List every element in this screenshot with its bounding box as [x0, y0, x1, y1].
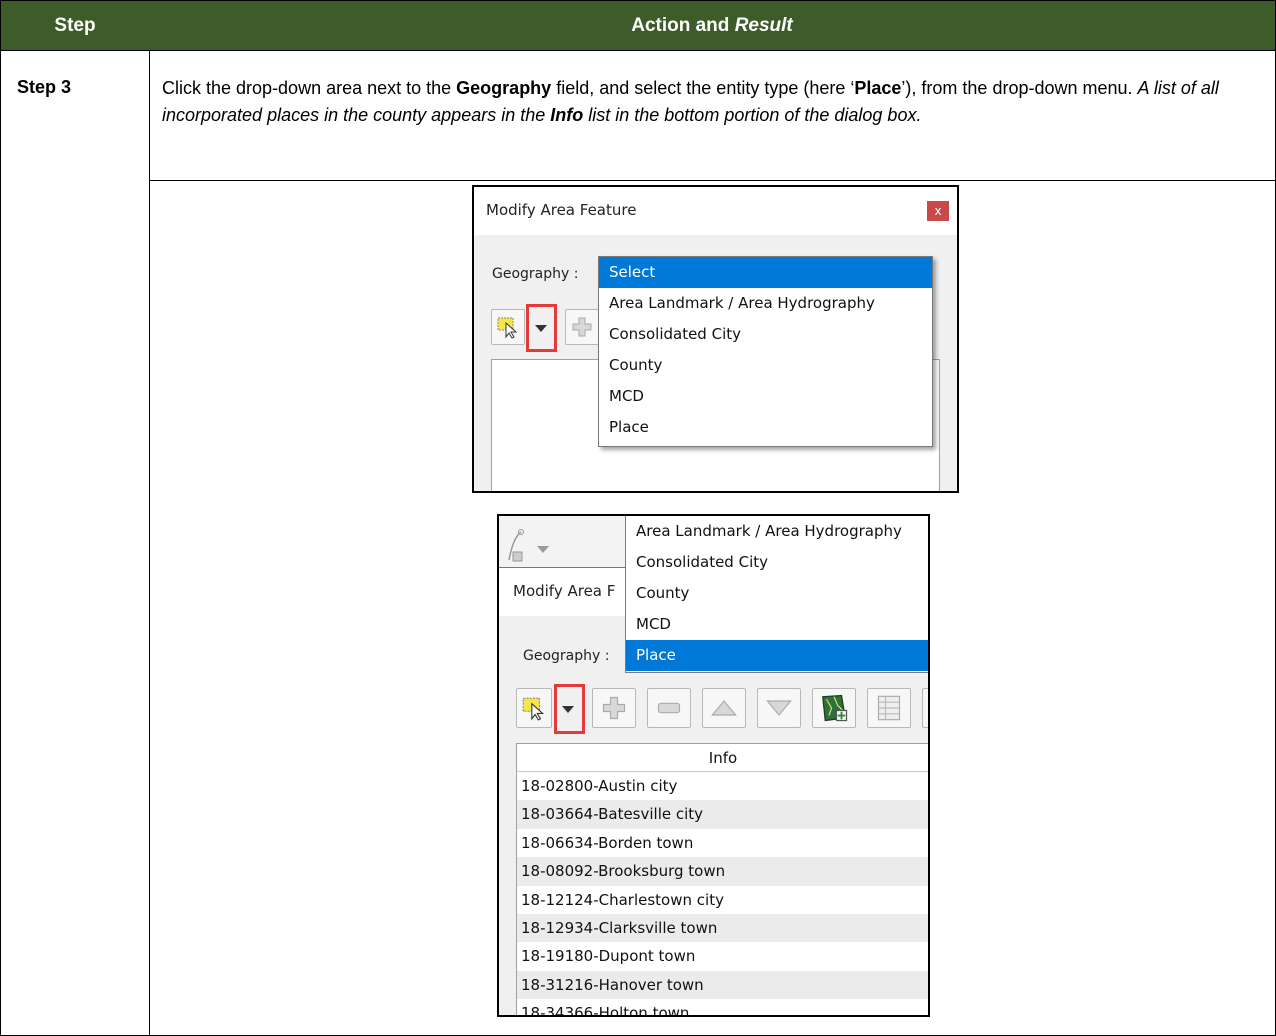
- add-button[interactable]: [592, 688, 636, 728]
- close-button[interactable]: x: [927, 201, 949, 221]
- header-step: Step: [54, 14, 96, 36]
- dropdown-option[interactable]: Consolidated City: [626, 547, 928, 578]
- geography-dropdown[interactable]: Select Area Landmark / Area Hydrography …: [598, 256, 933, 447]
- triangle-up-icon: [711, 700, 737, 716]
- triangle-down-icon: [766, 700, 792, 716]
- info-column-header[interactable]: Info: [517, 744, 928, 772]
- more-button[interactable]: [922, 688, 928, 728]
- add-button[interactable]: [565, 309, 599, 345]
- highlight-box: [526, 304, 557, 352]
- geography-label: Geography :: [492, 266, 579, 282]
- minus-icon: [657, 702, 681, 714]
- table-row[interactable]: 18-12934-Clarksville town: [517, 913, 928, 943]
- table-row[interactable]: 18-03664-Batesville city: [517, 800, 928, 829]
- table-header: Step Action and Result: [1, 1, 1275, 50]
- instr-part: ’), from the drop-down menu.: [901, 78, 1138, 98]
- select-tool-button[interactable]: [491, 309, 525, 345]
- header-action-text: Action and: [631, 14, 735, 36]
- dropdown-option[interactable]: MCD: [626, 609, 928, 640]
- instr-geography: Geography: [456, 78, 552, 98]
- dropdown-option[interactable]: Area Landmark / Area Hydrography: [626, 516, 928, 547]
- dropdown-option[interactable]: Place: [626, 640, 928, 671]
- instruction-text: Click the drop-down area next to the Geo…: [162, 75, 1262, 129]
- plus-icon: [572, 317, 592, 337]
- dialog-title: Modify Area F: [513, 582, 616, 600]
- table-row[interactable]: 18-34366-Holton town: [517, 999, 928, 1015]
- select-tool-button[interactable]: [516, 688, 552, 728]
- geography-dropdown[interactable]: Area Landmark / Area Hydrography Consoli…: [625, 516, 928, 673]
- instruction-table: Step Action and Result Step 3 Click the …: [0, 0, 1276, 1036]
- dropdown-option[interactable]: Select: [599, 257, 932, 288]
- table-row[interactable]: 18-12124-Charlestown city: [517, 886, 928, 914]
- instr-italic: list in the bottom portion of the dialog…: [583, 105, 922, 125]
- table-row[interactable]: 18-19180-Dupont town: [517, 942, 928, 970]
- table-row[interactable]: 18-06634-Borden town: [517, 829, 928, 857]
- instr-place: Place: [854, 78, 902, 98]
- plus-icon: [602, 696, 626, 720]
- info-table[interactable]: Info 18-02800-Austin city 18-03664-Bates…: [516, 743, 928, 1015]
- table-row[interactable]: 18-02800-Austin city: [517, 772, 928, 800]
- table-button[interactable]: [867, 688, 911, 728]
- dropdown-option[interactable]: County: [599, 350, 932, 381]
- table-row[interactable]: 18-08092-Brooksburg town: [517, 857, 928, 886]
- map-icon: [822, 694, 848, 722]
- divider: [149, 180, 1275, 181]
- step-number: Step 3: [17, 77, 72, 97]
- instr-part: Click the drop-down area next to the: [162, 78, 457, 98]
- divider: [1, 50, 1275, 51]
- instr-info: Info: [550, 105, 584, 125]
- header-action: Action and Result: [149, 1, 1275, 50]
- screenshot-dialog-place: Modify Area F Geography : Info 18-02800-…: [497, 514, 930, 1017]
- move-down-button[interactable]: [757, 688, 801, 728]
- divider: [149, 50, 150, 1036]
- table-row[interactable]: 18-31216-Hanover town: [517, 970, 928, 1000]
- select-area-icon: [522, 697, 545, 721]
- edit-vertex-icon: [508, 529, 549, 562]
- screenshot-dialog-select: Modify Area Feature x Geography : Select…: [472, 185, 959, 493]
- header-result-text: Result: [734, 14, 793, 36]
- map-zoom-button[interactable]: [812, 688, 856, 728]
- highlight-box: [554, 684, 585, 734]
- remove-button[interactable]: [647, 688, 691, 728]
- dropdown-option[interactable]: Consolidated City: [599, 319, 932, 350]
- dropdown-option[interactable]: MCD: [599, 381, 932, 412]
- dropdown-option[interactable]: Area Landmark / Area Hydrography: [599, 288, 932, 319]
- dropdown-option[interactable]: County: [626, 578, 928, 609]
- move-up-button[interactable]: [702, 688, 746, 728]
- table-edit-icon: [877, 695, 901, 721]
- dialog-title: Modify Area Feature: [486, 201, 637, 219]
- dropdown-option[interactable]: Place: [599, 412, 932, 443]
- select-area-icon: [497, 317, 518, 339]
- geography-label: Geography :: [523, 648, 610, 664]
- instr-part: field, and select the entity type (here …: [551, 78, 855, 98]
